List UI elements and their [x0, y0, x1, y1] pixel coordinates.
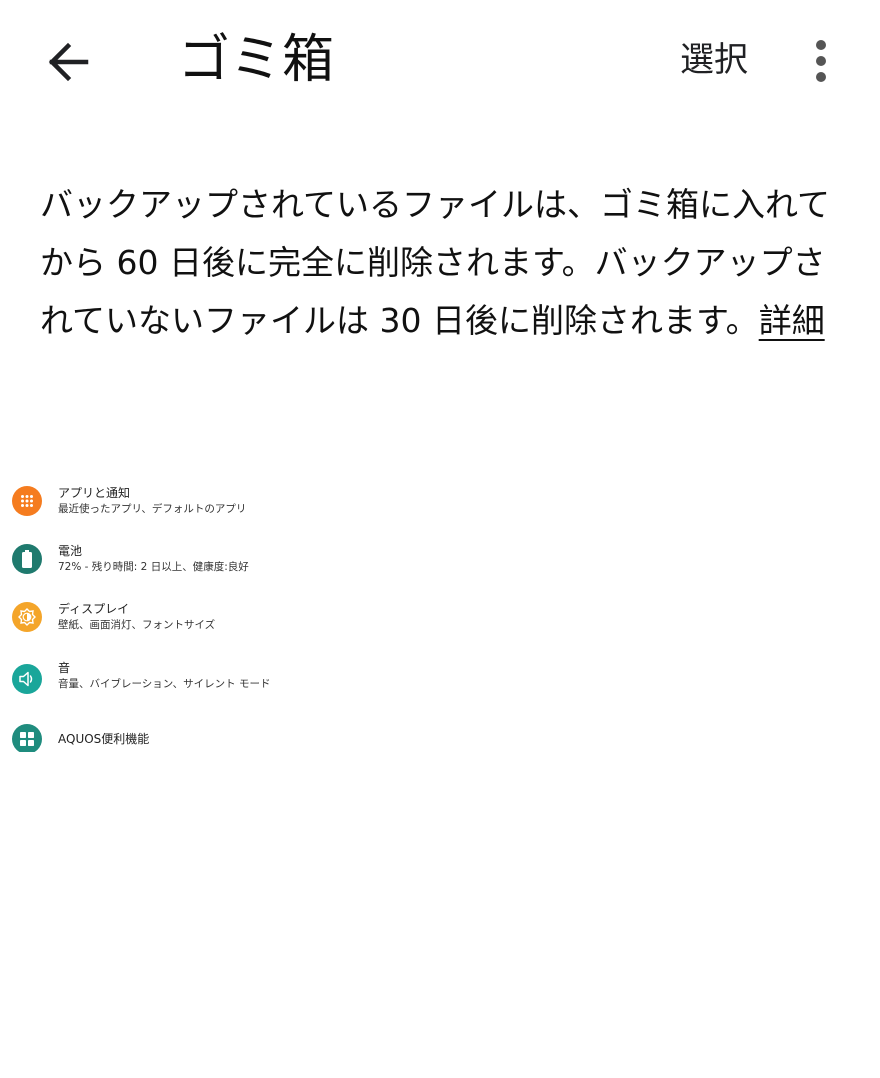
select-button[interactable]: 選択	[670, 30, 758, 90]
settings-item-summary: 72% - 残り時間: 2 日以上、健康度:良好	[58, 561, 249, 573]
back-button[interactable]	[30, 30, 106, 94]
more-options-button[interactable]	[796, 32, 846, 90]
info-text: バックアップされているファイルは、ゴミ箱に入れてから 60 日後に完全に削除され…	[40, 185, 831, 340]
settings-item-title: アプリと通知	[58, 486, 131, 500]
settings-item-aquos[interactable]: AQUOS便利機能	[0, 722, 290, 752]
app-bar: ゴミ箱 選択	[0, 0, 880, 120]
page-title: ゴミ箱	[178, 30, 335, 90]
settings-item-sound[interactable]: 音 音量、バイブレーション、サイレント モード	[0, 660, 290, 708]
more-vert-icon	[816, 40, 826, 82]
settings-item-title: ディスプレイ	[58, 602, 130, 616]
settings-item-summary: 最近使ったアプリ、デフォルトのアプリ	[58, 503, 247, 515]
settings-item-summary: 音量、バイブレーション、サイレント モード	[58, 678, 271, 690]
arrow-left-icon	[48, 42, 89, 82]
widgets-icon	[12, 724, 42, 752]
brightness-icon	[12, 602, 42, 632]
battery-icon	[12, 544, 42, 574]
settings-item-title: AQUOS便利機能	[58, 732, 150, 746]
apps-grid-icon	[12, 486, 42, 516]
settings-item-battery[interactable]: 電池 72% - 残り時間: 2 日以上、健康度:良好	[0, 542, 290, 582]
volume-icon	[12, 664, 42, 694]
details-link[interactable]: 詳細	[759, 301, 825, 340]
settings-screenshot: アプリと通知 最近使ったアプリ、デフォルトのアプリ 電池 72% - 残り時間:…	[0, 478, 300, 752]
settings-item-display[interactable]: ディスプレイ 壁紙、画面消灯、フォントサイズ	[0, 600, 290, 640]
settings-item-summary: 壁紙、画面消灯、フォントサイズ	[58, 619, 216, 631]
settings-item-title: 音	[58, 661, 71, 675]
settings-item-title: 電池	[58, 544, 83, 558]
settings-item-apps[interactable]: アプリと通知 最近使ったアプリ、デフォルトのアプリ	[0, 484, 290, 524]
trash-retention-info: バックアップされているファイルは、ゴミ箱に入れてから 60 日後に完全に削除され…	[40, 176, 840, 350]
